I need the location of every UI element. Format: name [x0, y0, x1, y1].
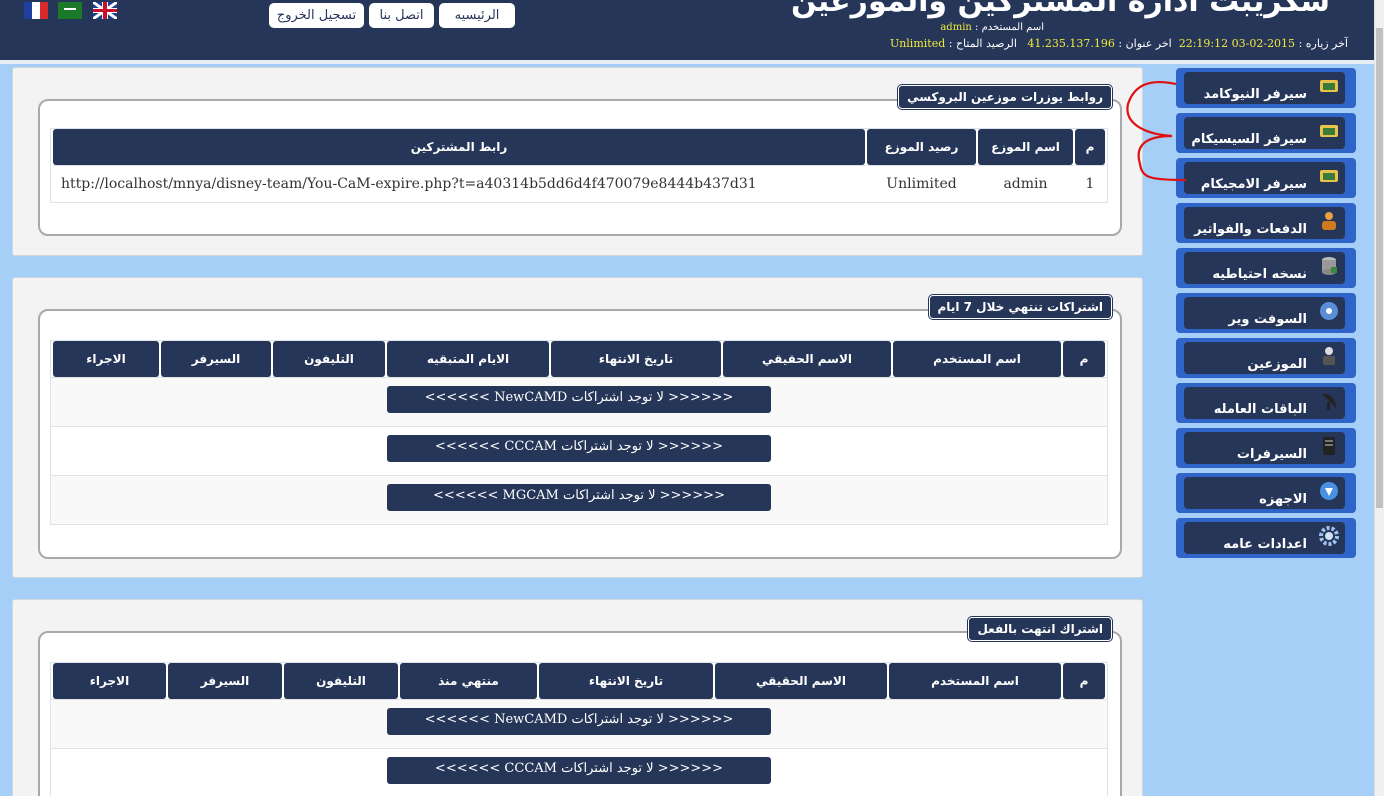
sidebar-item-label: السيرفرات [1236, 447, 1307, 462]
col-distributor-balance: رصيد الموزع [867, 129, 976, 165]
col-phone: التليفون [273, 341, 385, 377]
distributor-name: admin [978, 165, 1073, 202]
distributor-balance: Unlimited [867, 165, 976, 202]
col-expired-since: منتهي منذ [400, 663, 537, 699]
col-distributor-name: اسم الموزع [978, 129, 1073, 165]
sidebar-item-cccam[interactable]: سيرفر السيسيكام [1176, 113, 1356, 153]
col-number: م [1063, 341, 1105, 377]
sidebar-item-newcamd[interactable]: سيرفر النيوكامد [1176, 68, 1356, 108]
disc-icon [1318, 300, 1340, 322]
proxy-links-panel: روابط يوزرات موزعين البروكسي م اسم الموز… [12, 67, 1143, 256]
col-number: م [1075, 129, 1105, 165]
proxy-links-fieldset: روابط يوزرات موزعين البروكسي م اسم الموز… [38, 85, 1122, 236]
col-subscribers-link: رابط المشتركين [53, 129, 865, 165]
sidebar-item-label: الموزعين [1247, 357, 1307, 372]
list-item: <<<<<< لا توجد اشتراكات MGCAM >>>>>> [51, 475, 1107, 524]
sidebar-item-backup[interactable]: نسخه احتياطيه [1176, 248, 1356, 288]
expired-legend: اشتراك انتهت بالفعل [968, 617, 1112, 641]
sidebar-item-mgcam[interactable]: سيرفر الامجيكام [1176, 158, 1356, 198]
empty-message: <<<<<< لا توجد اشتراكات MGCAM >>>>>> [387, 484, 771, 511]
visit-info: آخر زياره : 2015-02-03 22:19:12 اخر عنوا… [889, 37, 1348, 50]
satellite-icon [1318, 390, 1340, 412]
sidebar-item-label: الاجهزه [1259, 492, 1307, 507]
vertical-scrollbar[interactable] [1374, 0, 1384, 796]
top-header: تسجيل الخروج اتصل بنا الرئيسيه سكريبت اد… [0, 0, 1374, 60]
col-action: الاجراء [53, 663, 166, 699]
col-action: الاجراء [53, 341, 159, 377]
user-info: اسم المستخدم : admin [940, 22, 1044, 33]
col-days-remaining: الايام المتبقيه [387, 341, 549, 377]
sidebar-item-label: السوفت وير [1228, 312, 1307, 327]
list-item: <<<<<< لا توجد اشتراكات CCCAM >>>>>> [51, 426, 1107, 475]
sidebar-item-packages[interactable]: الباقات العامله [1176, 383, 1356, 423]
expired-fieldset: اشتراك انتهت بالفعل م اسم المستخدم الاسم… [38, 617, 1122, 796]
sidebar-item-label: الباقات العامله [1213, 402, 1307, 417]
list-item: <<<<<< لا توجد اشتراكات NewCAMD >>>>>> [51, 699, 1107, 748]
sidebar-item-label: نسخه احتياطيه [1212, 267, 1307, 282]
expired-panel: اشتراك انتهت بالفعل م اسم المستخدم الاسم… [12, 599, 1143, 796]
server-icon [1318, 435, 1340, 457]
list-item: <<<<<< لا توجد اشتراكات NewCAMD >>>>>> [51, 377, 1107, 426]
sidebar-item-label: سيرفر السيسيكام [1191, 132, 1307, 147]
sidebar-item-settings[interactable]: اعدادات عامه [1176, 518, 1356, 558]
col-expiry-date: تاريخ الانتهاء [539, 663, 713, 699]
monitor-icon [1318, 120, 1340, 142]
proxy-links-legend: روابط يوزرات موزعين البروكسي [898, 85, 1112, 109]
col-expiry-date: تاريخ الانتهاء [551, 341, 721, 377]
username-value: admin [940, 22, 972, 33]
last-visit-value: 2015-02-03 22:19:12 [1178, 37, 1296, 50]
col-username: اسم المستخدم [889, 663, 1061, 699]
row-number: 1 [1075, 165, 1105, 202]
page-title: سكريبت ادارة المشتركين والموزعين [790, 0, 1330, 19]
home-button[interactable]: الرئيسيه [439, 3, 515, 28]
sidebar-item-devices[interactable]: الاجهزه [1176, 473, 1356, 513]
sidebar-item-payments[interactable]: الدفعات والفواتير [1176, 203, 1356, 243]
sidebar-item-software[interactable]: السوفت وير [1176, 293, 1356, 333]
expiring-soon-fieldset: اشتراكات تنتهي خلال 7 ايام م اسم المستخد… [38, 295, 1122, 559]
globe-icon [1318, 480, 1340, 502]
database-icon [1318, 255, 1340, 277]
col-server: السيرفر [168, 663, 282, 699]
sidebar-item-label: الدفعات والفواتير [1194, 222, 1307, 237]
table-row: 1 admin Unlimited http://localhost/mnya/… [53, 165, 1105, 202]
col-phone: التليفون [284, 663, 398, 699]
subscribers-link[interactable]: http://localhost/mnya/disney-team/You-Ca… [53, 165, 865, 202]
monitor-icon [1318, 75, 1340, 97]
proxy-links-table: م اسم الموزع رصيد الموزع رابط المشتركين … [50, 128, 1108, 203]
ip-value: 41.235.137.196 [1027, 37, 1115, 50]
empty-message: <<<<<< لا توجد اشتراكات CCCAM >>>>>> [387, 757, 771, 784]
sidebar-item-label: سيرفر الامجيكام [1200, 177, 1307, 192]
col-real-name: الاسم الحقيقي [723, 341, 891, 377]
french-flag-icon[interactable] [24, 2, 48, 19]
sidebar-item-servers[interactable]: السيرفرات [1176, 428, 1356, 468]
empty-message: <<<<<< لا توجد اشتراكات NewCAMD >>>>>> [387, 708, 771, 735]
monitor-icon [1318, 165, 1340, 187]
sidebar-item-distributors[interactable]: الموزعين [1176, 338, 1356, 378]
expiring-soon-panel: اشتراكات تنتهي خلال 7 ايام م اسم المستخد… [12, 277, 1143, 578]
list-item: <<<<<< لا توجد اشتراكات CCCAM >>>>>> [51, 748, 1107, 796]
scrollbar-thumb[interactable] [1376, 28, 1383, 508]
uk-flag-icon[interactable] [93, 2, 117, 19]
header-divider [0, 60, 1374, 64]
balance-value: Unlimited [889, 37, 946, 50]
annotation-scribble [1126, 80, 1187, 182]
expired-table: م اسم المستخدم الاسم الحقيقي تاريخ الانت… [50, 662, 1108, 796]
user-icon [1318, 345, 1340, 367]
col-username: اسم المستخدم [893, 341, 1061, 377]
sidebar-item-label: سيرفر النيوكامد [1203, 87, 1307, 102]
contact-button[interactable]: اتصل بنا [369, 3, 434, 28]
sidebar-item-label: اعدادات عامه [1223, 537, 1307, 552]
expiring-soon-legend: اشتراكات تنتهي خلال 7 ايام [928, 295, 1112, 319]
saudi-flag-icon[interactable] [58, 2, 82, 19]
expiring-soon-table: م اسم المستخدم الاسم الحقيقي تاريخ الانت… [50, 340, 1108, 525]
col-real-name: الاسم الحقيقي [715, 663, 887, 699]
empty-message: <<<<<< لا توجد اشتراكات NewCAMD >>>>>> [387, 386, 771, 413]
col-server: السيرفر [161, 341, 271, 377]
empty-message: <<<<<< لا توجد اشتراكات CCCAM >>>>>> [387, 435, 771, 462]
logout-button[interactable]: تسجيل الخروج [269, 3, 364, 28]
col-number: م [1063, 663, 1105, 699]
gear-icon [1318, 525, 1340, 547]
people-icon [1318, 210, 1340, 232]
